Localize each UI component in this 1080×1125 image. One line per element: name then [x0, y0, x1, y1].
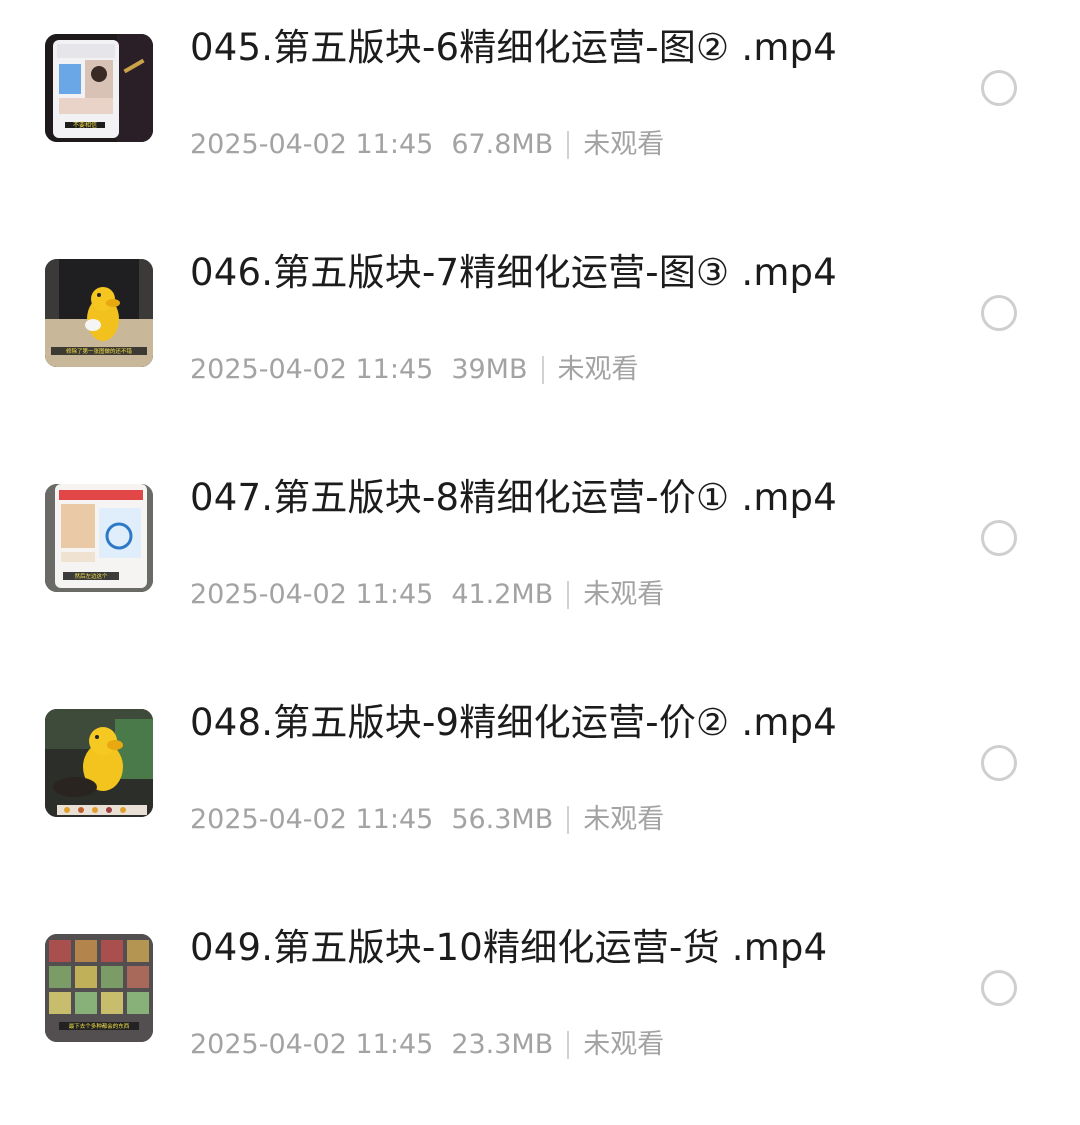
file-title[interactable]: 049.第五版块-10精细化运营-货 .mp4	[190, 922, 860, 973]
file-size: 67.8MB	[451, 129, 554, 160]
video-thumbnail-yellow-toy-icon: 修除了第一张图做的还不错	[45, 259, 153, 367]
video-thumbnail-product-grid-icon: 最下去个多种都会的东西	[45, 934, 153, 1042]
list-item[interactable]: 然后左边这个 047.第五版块-8精细化运营-价① .mp4 2025-04-0…	[0, 450, 1080, 675]
file-size: 23.3MB	[451, 1029, 554, 1060]
file-title[interactable]: 048.第五版块-9精细化运营-价② .mp4	[190, 697, 860, 748]
meta-divider	[567, 1031, 570, 1059]
file-date: 2025-04-02 11:45	[190, 804, 434, 835]
list-item[interactable]: 最下去个多种都会的东西 049.第五版块-10精细化运营-货 .mp4 2025…	[0, 900, 1080, 1125]
watch-status: 未观看	[583, 1029, 665, 1060]
select-radio[interactable]	[981, 295, 1017, 331]
list-item[interactable]: 修除了第一张图做的还不错 046.第五版块-7精细化运营-图③ .mp4 202…	[0, 225, 1080, 450]
video-thumbnail: 修除了第一张图做的还不错	[45, 259, 153, 367]
thumb-caption: 最下去个多种都会的东西	[69, 1022, 130, 1030]
file-size: 56.3MB	[451, 804, 554, 835]
file-meta: 2025-04-02 11:45 67.8MB 未观看	[190, 126, 664, 164]
file-date: 2025-04-02 11:45	[190, 354, 434, 385]
meta-divider	[567, 131, 570, 159]
thumb-caption: 修除了第一张图做的还不错	[66, 347, 133, 355]
file-list: 不要相信 045.第五版块-6精细化运营-图② .mp4 2025-04-02 …	[0, 0, 1080, 1119]
file-size: 39MB	[451, 354, 528, 385]
thumb-caption: 不要相信	[73, 121, 97, 129]
select-radio[interactable]	[981, 70, 1017, 106]
file-meta: 2025-04-02 11:45 39MB 未观看	[190, 351, 639, 389]
watch-status: 未观看	[583, 804, 665, 835]
video-thumbnail-yellow-toy-icon	[45, 709, 153, 817]
meta-divider	[567, 581, 570, 609]
meta-divider	[567, 806, 570, 834]
select-radio[interactable]	[981, 970, 1017, 1006]
file-title[interactable]: 047.第五版块-8精细化运营-价① .mp4	[190, 472, 860, 523]
watch-status: 未观看	[557, 354, 639, 385]
file-date: 2025-04-02 11:45	[190, 579, 434, 610]
video-thumbnail: 然后左边这个	[45, 484, 153, 592]
video-thumbnail: 不要相信	[45, 34, 153, 142]
file-meta: 2025-04-02 11:45 23.3MB 未观看	[190, 1026, 664, 1064]
file-title[interactable]: 046.第五版块-7精细化运营-图③ .mp4	[190, 247, 860, 298]
watch-status: 未观看	[583, 129, 665, 160]
file-date: 2025-04-02 11:45	[190, 129, 434, 160]
thumb-caption: 然后左边这个	[74, 572, 108, 580]
file-meta: 2025-04-02 11:45 56.3MB 未观看	[190, 801, 664, 839]
select-radio[interactable]	[981, 745, 1017, 781]
video-thumbnail-phone-screen-icon: 不要相信	[45, 34, 153, 142]
file-date: 2025-04-02 11:45	[190, 1029, 434, 1060]
list-item[interactable]: 048.第五版块-9精细化运营-价② .mp4 2025-04-02 11:45…	[0, 675, 1080, 900]
file-title[interactable]: 045.第五版块-6精细化运营-图② .mp4	[190, 22, 860, 73]
meta-divider	[541, 356, 544, 384]
list-item[interactable]: 不要相信 045.第五版块-6精细化运营-图② .mp4 2025-04-02 …	[0, 0, 1080, 225]
video-thumbnail: 最下去个多种都会的东西	[45, 934, 153, 1042]
file-meta: 2025-04-02 11:45 41.2MB 未观看	[190, 576, 664, 614]
select-radio[interactable]	[981, 520, 1017, 556]
video-thumbnail-phone-screen-icon: 然后左边这个	[45, 484, 153, 592]
watch-status: 未观看	[583, 579, 665, 610]
video-thumbnail	[45, 709, 153, 817]
file-size: 41.2MB	[451, 579, 554, 610]
